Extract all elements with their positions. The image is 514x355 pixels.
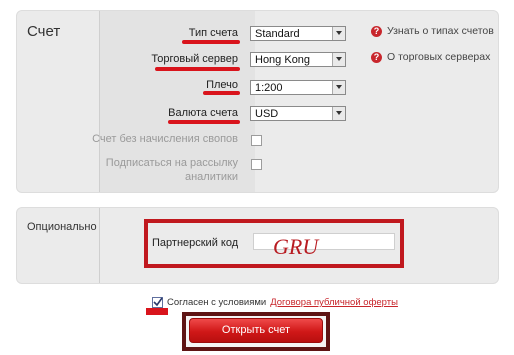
open-account-button[interactable]: Открыть счет (189, 318, 323, 343)
panel-title: Счет (27, 23, 61, 40)
panel-divider (99, 11, 100, 192)
agreement-text: Согласен с условиями (167, 297, 267, 308)
question-icon: ? (371, 25, 382, 37)
highlight-underline (203, 91, 240, 95)
account-type-select[interactable]: Standard (250, 26, 346, 41)
account-type-label: Тип счета (188, 27, 238, 39)
panel-divider (99, 208, 100, 283)
highlight-underline (182, 40, 240, 44)
optional-panel: Опционально Партнерский код GRU (16, 207, 499, 284)
public-offer-link[interactable]: Договора публичной оферты (270, 297, 398, 308)
leverage-label: Плечо (206, 79, 238, 91)
leverage-select[interactable]: 1:200 (250, 80, 346, 95)
currency-label: Валюта счета (168, 107, 238, 119)
chevron-down-icon (332, 53, 345, 66)
chevron-down-icon (332, 107, 345, 120)
question-icon: ? (371, 51, 382, 63)
highlight-underline (155, 67, 240, 71)
trade-server-label: Торговый сервер (151, 53, 238, 65)
highlight-underline (168, 120, 240, 124)
help-account-types-link[interactable]: ? Узнать о типах счетов (371, 25, 494, 37)
highlight-mark (146, 308, 168, 315)
swap-free-checkbox[interactable] (251, 135, 262, 146)
account-panel: Счет Тип счета Standard Торговый сервер … (16, 10, 499, 193)
currency-select[interactable]: USD (250, 106, 346, 121)
optional-title: Опционально (27, 221, 97, 233)
partner-code-value: GRU (273, 234, 319, 259)
chevron-down-icon (332, 27, 345, 40)
agreement-checkbox[interactable] (152, 297, 163, 308)
subscribe-label-line2: аналитики (184, 171, 238, 183)
help-trade-servers-link[interactable]: ? О торговых серверах (371, 51, 490, 63)
trade-server-select[interactable]: Hong Kong (250, 52, 346, 67)
subscribe-checkbox[interactable] (251, 159, 262, 170)
agreement-row: Согласен с условиями Договора публичной … (152, 297, 398, 308)
subscribe-label-line1: Подписаться на рассылку (105, 157, 238, 169)
swap-free-label: Счет без начисления свопов (92, 133, 238, 145)
partner-code-label: Партнерский код (152, 237, 239, 249)
chevron-down-icon (332, 81, 345, 94)
